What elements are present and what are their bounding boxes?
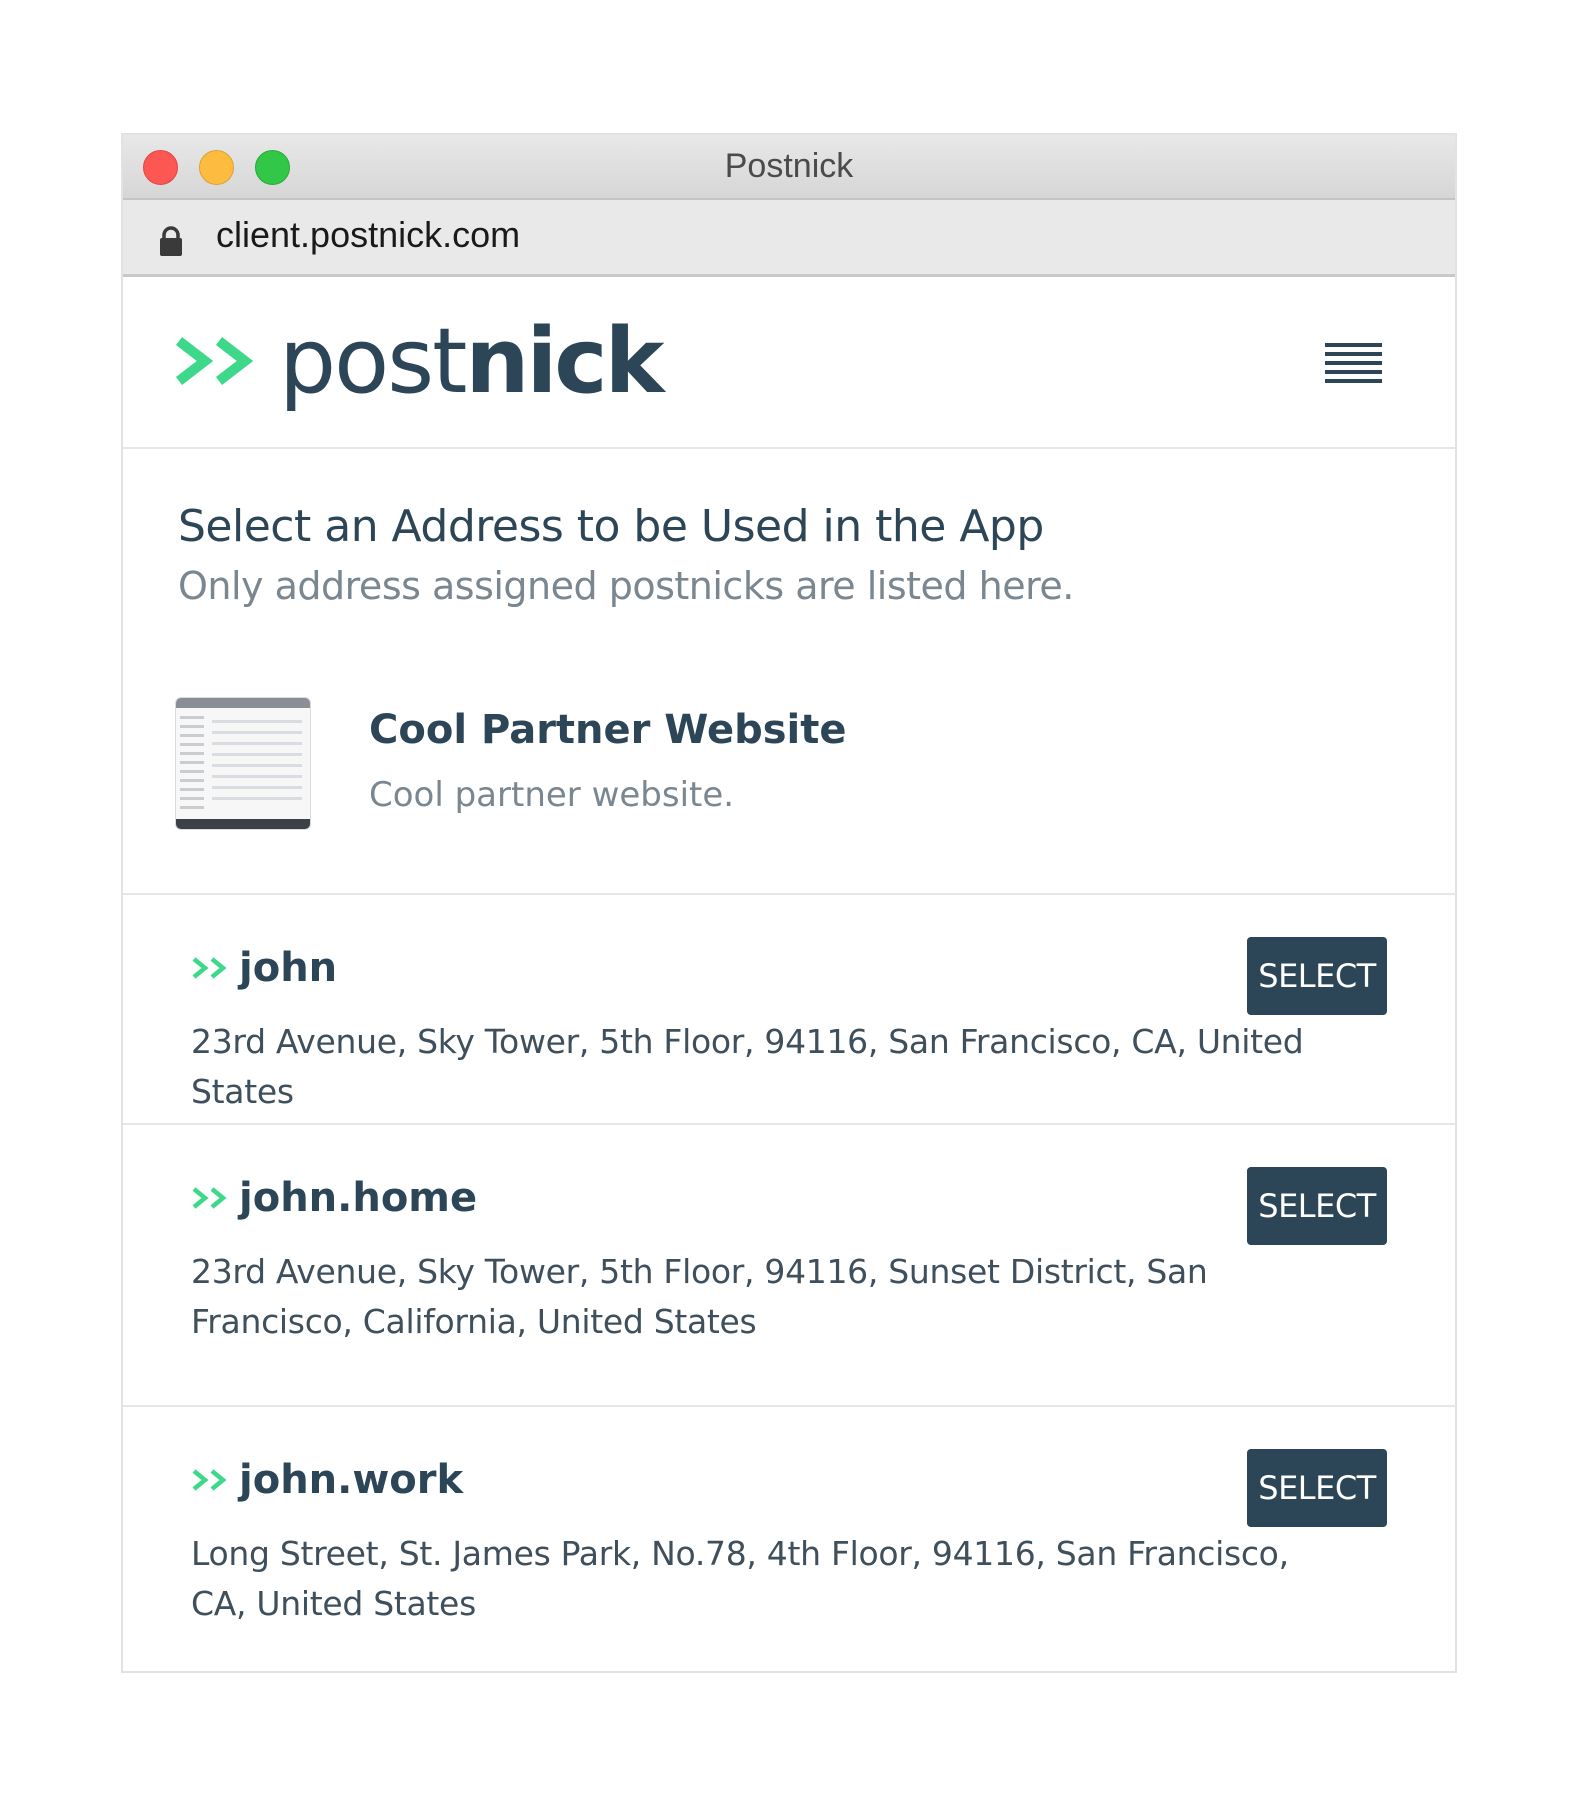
address-name: john.home — [239, 1175, 478, 1221]
browser-window: Postnick client.postnick.com post nick Se… — [121, 133, 1457, 1673]
select-button-john[interactable]: SELECT — [1247, 937, 1387, 1015]
select-button-john-home[interactable]: SELECT — [1247, 1167, 1387, 1245]
hamburger-menu-icon[interactable] — [1325, 343, 1382, 385]
double-chevron-icon — [192, 1469, 227, 1491]
address-name: john.work — [239, 1457, 464, 1503]
double-chevron-logo-icon — [175, 337, 254, 385]
address-text: 23rd Avenue, Sky Tower, 5th Floor, 94116… — [191, 1252, 1208, 1341]
address-item-john-home: john.home 23rd Avenue, Sky Tower, 5th Fl… — [123, 1125, 1455, 1407]
logo-text-bold: nick — [465, 308, 664, 414]
address-item-john: john 23rd Avenue, Sky Tower, 5th Floor, … — [123, 895, 1455, 1125]
window-title: Postnick — [724, 147, 854, 185]
address-text: 23rd Avenue, Sky Tower, 5th Floor, 94116… — [191, 1022, 1304, 1111]
partner-thumbnail — [175, 697, 311, 830]
partner-description: Cool partner website. — [369, 775, 735, 815]
title-bar: Postnick — [123, 135, 1455, 200]
double-chevron-icon — [192, 957, 227, 979]
url-text[interactable]: client.postnick.com — [216, 214, 520, 256]
page-title: Select an Address to be Used in the App — [178, 501, 1044, 552]
app-header: post nick — [123, 277, 1455, 449]
page-subtitle: Only address assigned postnicks are list… — [178, 564, 1074, 608]
address-bar[interactable]: client.postnick.com — [123, 200, 1455, 277]
double-chevron-icon — [192, 1187, 227, 1209]
logo-text-light: post — [279, 308, 467, 414]
postnick-logo[interactable]: post nick — [175, 308, 665, 414]
partner-name: Cool Partner Website — [369, 707, 847, 753]
intro-section: Select an Address to be Used in the App … — [123, 449, 1455, 895]
address-name: john — [239, 945, 338, 991]
select-button-john-work[interactable]: SELECT — [1247, 1449, 1387, 1527]
partner-info: Cool Partner Website Cool partner websit… — [175, 697, 847, 830]
lock-icon — [160, 226, 182, 256]
address-item-john-work: john.work Long Street, St. James Park, N… — [123, 1407, 1455, 1677]
address-text: Long Street, St. James Park, No.78, 4th … — [191, 1534, 1289, 1623]
